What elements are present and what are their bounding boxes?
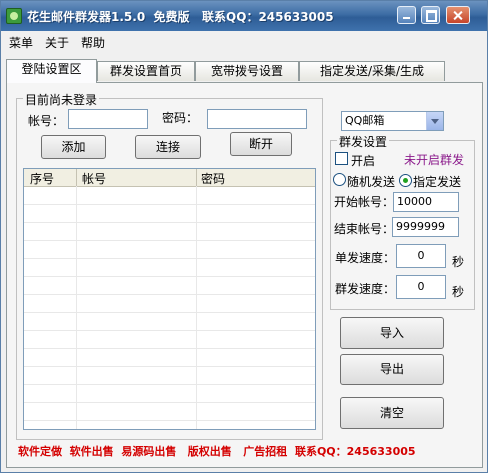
add-button[interactable]: 添加 [41,135,106,159]
grid-line [24,312,315,313]
single-speed-input[interactable]: 0 [396,244,446,268]
start-account-label: 开始帐号： [334,195,395,209]
menu-bar: 菜单 关于 帮助 [1,31,487,52]
menu-item-menu[interactable]: 菜单 [9,34,33,51]
enable-label: 开启 [351,154,376,168]
menu-item-about[interactable]: 关于 [45,34,69,51]
column-header-password[interactable]: 密码 [201,170,225,187]
specified-send-radio[interactable] [399,174,412,187]
grid-line [24,294,315,295]
login-status-title: 目前尚未登录 [23,91,100,108]
grid-line [24,258,315,259]
title-bar[interactable]: 花生邮件群发器1.5.0 免费版 联系QQ：245633005 [1,1,487,31]
grid-line [24,402,315,403]
grid-line [24,384,315,385]
column-divider[interactable] [76,169,77,186]
single-speed-unit: 秒 [452,255,465,269]
clear-button[interactable]: 清空 [340,397,444,429]
column-header-index[interactable]: 序号 [30,170,54,187]
tab-group-send-home[interactable]: 群发设置首页 [97,61,195,81]
password-label: 密码： [162,111,199,125]
menu-item-help[interactable]: 帮助 [81,34,105,51]
grid-line [24,330,315,331]
group-send-title: 群发设置 [337,133,390,150]
window-title: 花生邮件群发器1.5.0 免费版 联系QQ：245633005 [27,10,334,24]
single-speed-label: 单发速度： [335,251,396,265]
tab-broadband-dial[interactable]: 宽带拨号设置 [195,61,299,81]
disconnect-button[interactable]: 断开 [230,132,292,156]
random-send-radio[interactable] [333,173,346,186]
send-status-text: 未开启群发 [404,153,465,167]
app-window: 花生邮件群发器1.5.0 免费版 联系QQ：245633005 菜单 关于 帮助… [0,0,488,473]
account-input[interactable] [68,109,148,129]
group-speed-label: 群发速度： [335,282,396,296]
enable-checkbox[interactable] [335,152,348,165]
tab-login-settings[interactable]: 登陆设置区 [6,59,97,83]
account-table[interactable]: 序号 帐号 密码 [23,168,316,430]
close-icon[interactable] [446,6,470,24]
column-header-account[interactable]: 帐号 [82,170,106,187]
tab-specified-send[interactable]: 指定发送/采集/生成 [299,61,445,81]
import-button[interactable]: 导入 [340,317,444,349]
mail-type-value: QQ邮箱 [345,114,385,127]
end-account-input[interactable]: 9999999 [392,217,459,237]
start-account-input[interactable]: 10000 [393,192,459,212]
footer-ad-text: 软件定做 软件出售 易源码出售 版权出售 广告招租 联系QQ：245633005 [18,445,416,458]
group-speed-input[interactable]: 0 [396,275,446,299]
minimize-icon[interactable] [397,6,416,24]
column-divider[interactable] [196,169,197,186]
grid-line [24,366,315,367]
mail-type-select[interactable]: QQ邮箱 [341,111,444,131]
table-header: 序号 帐号 密码 [24,169,315,187]
app-icon [6,8,22,24]
password-input[interactable] [207,109,307,129]
export-button[interactable]: 导出 [340,354,444,385]
chevron-down-icon[interactable] [426,112,443,130]
grid-line [24,348,315,349]
connect-button[interactable]: 连接 [135,135,201,159]
grid-line [24,222,315,223]
specified-send-label: 指定发送 [413,175,462,189]
grid-line [24,240,315,241]
maximize-icon[interactable] [421,6,440,24]
grid-line [24,420,315,421]
account-label: 帐号： [28,114,65,128]
group-speed-unit: 秒 [452,285,465,299]
grid-line [24,204,315,205]
random-send-label: 随机发送 [347,175,396,189]
grid-line [24,276,315,277]
end-account-label: 结束帐号： [334,222,395,236]
